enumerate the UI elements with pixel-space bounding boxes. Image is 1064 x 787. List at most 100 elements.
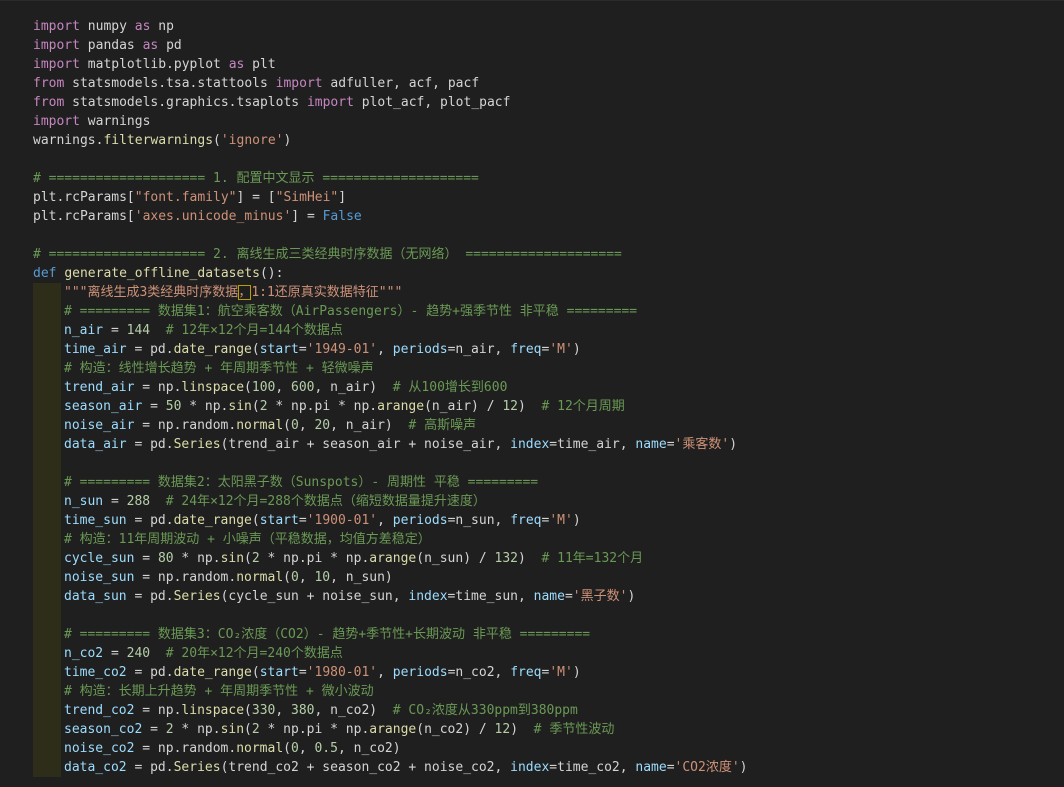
code-line[interactable] [33,150,1058,169]
code-line[interactable]: # ==================== 2. 离线生成三类经典时序数据（无… [33,245,1058,264]
indent-guide [33,644,61,663]
code-token: index [510,437,550,452]
code-token: # ========= 数据集2：太阳黑子数（Sunspots）- 周期性 平稳… [64,475,539,490]
code-token: = [564,589,573,604]
code-line[interactable]: noise_sun = np.random.normal(0, 10, n_su… [33,568,1058,587]
code-token: freq [510,513,542,528]
code-token: 380 [291,703,315,718]
code-token: date_range [173,513,252,528]
code-token: 240 [126,646,151,661]
code-token: =time_sun, [447,589,534,604]
code-token: # 季节性波动 [533,722,615,737]
code-line[interactable]: # 构造：11年周期波动 + 小噪声（平稳数据，均值方差稳定） [33,530,1058,549]
code-line[interactable]: noise_co2 = np.random.normal(0, 0.5, n_c… [33,739,1058,758]
code-line[interactable]: # ========= 数据集2：太阳黑子数（Sunspots）- 周期性 平稳… [33,473,1058,492]
code-line[interactable]: data_co2 = pd.Series(trend_co2 + season_… [33,758,1058,777]
code-line[interactable] [33,606,1058,625]
code-token: n_air [64,323,104,338]
code-token: np [150,19,174,34]
code-token: = pd. [126,665,174,680]
indent-guide [33,701,61,720]
code-token: 'M' [549,342,573,357]
code-token: = pd. [126,589,174,604]
code-line[interactable]: n_co2 = 240 # 20年×12个月=240个数据点 [33,644,1058,663]
code-lines[interactable]: import numpy as np import pandas as pd imp… [33,17,1058,777]
code-token: # CO₂浓度从330ppm到380ppm [392,703,578,718]
code-line[interactable]: from statsmodels.graphics.tsaplots impor… [33,93,1058,112]
code-line[interactable]: # 构造：长期上升趋势 + 年周期季节性 + 微小波动 [33,682,1058,701]
code-token: ( [251,513,260,528]
code-token: ) [729,437,738,452]
code-line[interactable]: # ==================== 1. 配置中文显示 =======… [33,169,1058,188]
code-token: # 构造：线性增长趋势 + 年周期季节性 + 轻微噪声 [64,361,374,376]
code-token: 2 [165,722,174,737]
indent-guide [33,739,61,758]
code-line[interactable]: time_co2 = pd.date_range(start='1980-01'… [33,663,1058,682]
code-token: ) [627,589,636,604]
code-line[interactable]: trend_air = np.linspace(100, 600, n_air)… [33,378,1058,397]
code-token: ( [244,551,252,566]
code-token: = pd. [126,437,174,452]
code-token: (n_sun) / [416,551,495,566]
code-line[interactable]: # ========= 数据集3：CO₂浓度（CO2）- 趋势+季节性+长期波动… [33,625,1058,644]
code-token: = [298,665,307,680]
code-line[interactable]: def generate_offline_datasets(): [33,264,1058,283]
code-line[interactable]: import matplotlib.pyplot as plt [33,55,1058,74]
code-token: import [275,76,323,91]
code-token: index [510,760,550,775]
code-token: 1:1还原真实数据特征""" [251,285,403,300]
code-line[interactable]: # 构造：线性增长趋势 + 年周期季节性 + 轻微噪声 [33,359,1058,378]
code-line[interactable]: season_air = 50 * np.sin(2 * np.pi * np.… [33,397,1058,416]
code-token: (n_air) / [424,399,503,414]
code-line[interactable]: import warnings [33,112,1058,131]
code-token: = [103,494,127,509]
code-line[interactable]: noise_air = np.random.normal(0, 20, n_ai… [33,416,1058,435]
code-token: , [377,665,393,680]
code-token: * np.pi * np. [259,722,370,737]
code-token: '1980-01' [306,665,378,680]
code-line[interactable]: data_sun = pd.Series(cycle_sun + noise_s… [33,587,1058,606]
code-line[interactable]: warnings.filterwarnings('ignore') [33,131,1058,150]
code-token: # 24年×12个月=288个数据点（缩短数据量提升速度） [165,494,486,509]
code-line[interactable]: plt.rcParams['axes.unicode_minus'] = Fal… [33,207,1058,226]
code-line[interactable]: time_air = pd.date_range(start='1949-01'… [33,340,1058,359]
code-line[interactable] [33,226,1058,245]
code-token: = [134,551,158,566]
code-token: ( [283,570,291,585]
code-line[interactable]: import numpy as np [33,17,1058,36]
code-token: 144 [126,323,151,338]
code-editor[interactable]: import numpy as np import pandas as pd imp… [0,0,1064,787]
code-token: 50 [165,399,182,414]
code-token: periods [392,513,448,528]
code-token: ( [283,418,291,433]
code-line[interactable]: plt.rcParams["font.family"] = ["SimHei"] [33,188,1058,207]
code-token: plt.rcParams[ [33,209,135,224]
code-token: ) [572,665,581,680]
code-token: (trend_co2 + season_co2 + noise_co2, [220,760,511,775]
code-line[interactable]: trend_co2 = np.linspace(330, 380, n_co2)… [33,701,1058,720]
code-token: pandas [79,38,143,53]
code-line[interactable]: """离线生成3类经典时序数据，1:1还原真实数据特征""" [33,283,1058,302]
code-token: = [666,437,675,452]
code-line[interactable] [33,454,1058,473]
code-line[interactable]: season_co2 = 2 * np.sin(2 * np.pi * np.a… [33,720,1058,739]
indent-guide [33,416,61,435]
indent-guide [33,397,61,416]
code-line[interactable]: # ========= 数据集1：航空乘客数（AirPassengers）- 趋… [33,302,1058,321]
indent-guide [33,283,61,302]
code-line[interactable]: data_air = pd.Series(trend_air + season_… [33,435,1058,454]
code-line[interactable]: time_sun = pd.date_range(start='1900-01'… [33,511,1058,530]
code-token: 10 [314,570,331,585]
code-token: # 构造：11年周期波动 + 小噪声（平稳数据，均值方差稳定） [64,532,431,547]
code-line[interactable]: from statsmodels.tsa.stattools import ad… [33,74,1058,93]
code-token: 'M' [549,513,573,528]
indent-guide [33,606,61,625]
code-token: 132 [494,551,519,566]
code-line[interactable]: import pandas as pd [33,36,1058,55]
code-line[interactable]: cycle_sun = 80 * np.sin(2 * np.pi * np.a… [33,549,1058,568]
code-line[interactable]: n_air = 144 # 12年×12个月=144个数据点 [33,321,1058,340]
code-token: = np. [134,703,182,718]
code-line[interactable]: n_sun = 288 # 24年×12个月=288个数据点（缩短数据量提升速度… [33,492,1058,511]
code-token: ( [244,722,252,737]
